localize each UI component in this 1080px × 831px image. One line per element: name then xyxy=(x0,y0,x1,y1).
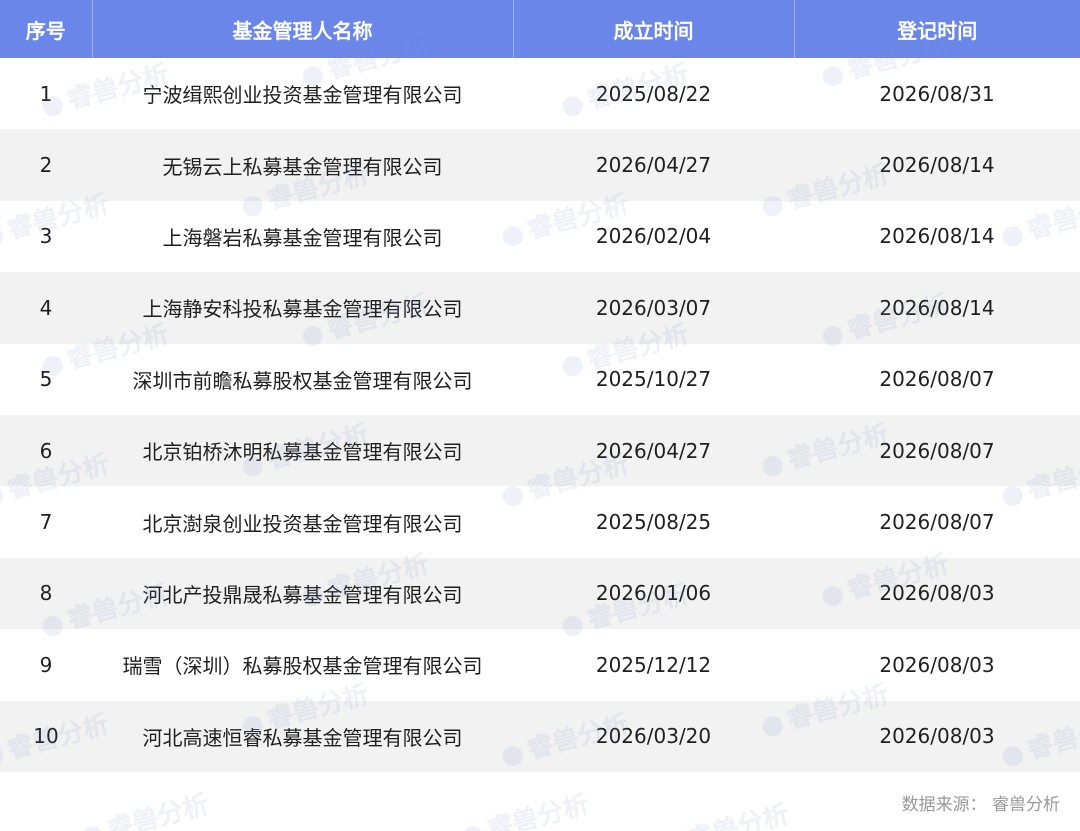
row-manager-name: 无锡云上私募基金管理有限公司 xyxy=(92,129,513,201)
watermark: 睿兽分析 xyxy=(657,794,792,831)
row-registered-date: 2026/08/14 xyxy=(794,200,1080,273)
row-registered-date: 2026/08/14 xyxy=(794,272,1080,344)
row-established-date: 2025/08/22 xyxy=(513,58,794,130)
table-row: 10 河北高速恒睿私募基金管理有限公司 2026/03/20 2026/08/0… xyxy=(0,700,1080,772)
row-index: 3 xyxy=(0,200,92,273)
row-manager-name: 宁波缉熙创业投资基金管理有限公司 xyxy=(92,58,513,130)
row-established-date: 2025/08/25 xyxy=(513,486,794,558)
table-row: 1 宁波缉熙创业投资基金管理有限公司 2025/08/22 2026/08/31 xyxy=(0,58,1080,130)
row-registered-date: 2026/08/14 xyxy=(794,129,1080,201)
row-established-date: 2026/03/20 xyxy=(513,700,794,772)
watermark-text: 睿兽分析 xyxy=(684,799,793,831)
row-index: 8 xyxy=(0,557,92,630)
row-registered-date: 2026/08/07 xyxy=(794,343,1080,415)
row-index: 5 xyxy=(0,343,92,415)
table-row: 8 河北产投鼎晟私募基金管理有限公司 2026/01/06 2026/08/03 xyxy=(0,557,1080,630)
row-manager-name: 深圳市前瞻私募股权基金管理有限公司 xyxy=(92,343,513,415)
row-established-date: 2026/01/06 xyxy=(513,557,794,630)
row-registered-date: 2026/08/31 xyxy=(794,58,1080,130)
row-established-date: 2026/04/27 xyxy=(513,129,794,201)
row-manager-name: 上海静安科投私募基金管理有限公司 xyxy=(92,272,513,344)
row-established-date: 2026/02/04 xyxy=(513,200,794,273)
header-row: 序号 基金管理人名称 成立时间 登记时间 xyxy=(0,0,1080,58)
header-index: 序号 xyxy=(0,0,93,58)
table-body: 1 宁波缉熙创业投资基金管理有限公司 2025/08/22 2026/08/31… xyxy=(0,58,1080,772)
row-index: 6 xyxy=(0,414,92,487)
watermark-text: 睿兽分析 xyxy=(104,789,213,831)
watermark: 睿兽分析 xyxy=(77,784,212,831)
watermark: 睿兽分析 xyxy=(457,784,592,831)
table-row: 2 无锡云上私募基金管理有限公司 2026/04/27 2026/08/14 xyxy=(0,129,1080,201)
page: 序号 基金管理人名称 成立时间 登记时间 1 宁波缉熙创业投资基金管理有限公司 … xyxy=(0,0,1080,831)
row-index: 7 xyxy=(0,486,92,558)
row-index: 10 xyxy=(0,700,92,772)
table-row: 6 北京铂桥沐明私募基金管理有限公司 2026/04/27 2026/08/07 xyxy=(0,414,1080,487)
paw-logo-icon xyxy=(460,823,485,831)
table-row: 5 深圳市前瞻私募股权基金管理有限公司 2025/10/27 2026/08/0… xyxy=(0,343,1080,415)
row-manager-name: 瑞雪（深圳）私募股权基金管理有限公司 xyxy=(92,629,513,701)
header-established-date: 成立时间 xyxy=(513,0,795,58)
row-established-date: 2026/03/07 xyxy=(513,272,794,344)
row-established-date: 2026/04/27 xyxy=(513,414,794,487)
header-manager-name: 基金管理人名称 xyxy=(92,0,514,58)
row-manager-name: 河北高速恒睿私募基金管理有限公司 xyxy=(92,700,513,772)
row-registered-date: 2026/08/03 xyxy=(794,557,1080,630)
header-registered-date: 登记时间 xyxy=(794,0,1080,58)
table-row: 9 瑞雪（深圳）私募股权基金管理有限公司 2025/12/12 2026/08/… xyxy=(0,629,1080,701)
paw-logo-icon xyxy=(80,823,105,831)
row-index: 2 xyxy=(0,129,92,201)
row-registered-date: 2026/08/03 xyxy=(794,700,1080,772)
row-registered-date: 2026/08/07 xyxy=(794,414,1080,487)
data-source-note: 数据来源： 睿兽分析 xyxy=(901,795,1060,815)
table-header: 序号 基金管理人名称 成立时间 登记时间 xyxy=(0,0,1080,58)
row-registered-date: 2026/08/07 xyxy=(794,486,1080,558)
row-index: 9 xyxy=(0,629,92,701)
row-manager-name: 河北产投鼎晟私募基金管理有限公司 xyxy=(92,557,513,630)
row-index: 4 xyxy=(0,272,92,344)
row-manager-name: 北京铂桥沐明私募基金管理有限公司 xyxy=(92,414,513,487)
row-registered-date: 2026/08/03 xyxy=(794,629,1080,701)
row-index: 1 xyxy=(0,58,92,130)
table-row: 4 上海静安科投私募基金管理有限公司 2026/03/07 2026/08/14 xyxy=(0,272,1080,344)
table-row: 7 北京澍泉创业投资基金管理有限公司 2025/08/25 2026/08/07 xyxy=(0,486,1080,558)
watermark-text: 睿兽分析 xyxy=(484,789,593,831)
fund-manager-table: 序号 基金管理人名称 成立时间 登记时间 1 宁波缉熙创业投资基金管理有限公司 … xyxy=(0,0,1080,772)
row-manager-name: 上海磐岩私募基金管理有限公司 xyxy=(92,200,513,273)
row-established-date: 2025/12/12 xyxy=(513,629,794,701)
table-row: 3 上海磐岩私募基金管理有限公司 2026/02/04 2026/08/14 xyxy=(0,200,1080,273)
row-established-date: 2025/10/27 xyxy=(513,343,794,415)
row-manager-name: 北京澍泉创业投资基金管理有限公司 xyxy=(92,486,513,558)
